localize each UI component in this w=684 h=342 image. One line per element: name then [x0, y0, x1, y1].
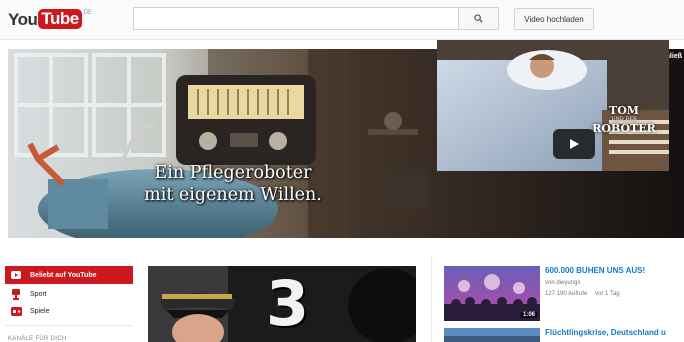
sidebar-item-label: Sport — [30, 290, 47, 298]
logo-text-tube: Tube — [38, 9, 82, 29]
sidebar-item-games[interactable]: Spiele — [5, 302, 133, 320]
play-button[interactable] — [553, 129, 595, 159]
featured-video-thumbnail[interactable]: 3 — [148, 266, 416, 342]
sidebar-item-label: Spiele — [30, 307, 50, 315]
search-input[interactable] — [133, 7, 459, 30]
recommended-video-title[interactable]: 600.000 BUHEN UNS AUS! — [545, 266, 645, 275]
logo-text-you: You — [8, 10, 38, 29]
featured-video-number: 3 — [266, 267, 310, 340]
youtube-logo[interactable]: You Tube DE — [8, 9, 92, 31]
upload-video-button[interactable]: Video hochladen — [514, 8, 594, 30]
promo-video-title-line2: ROBOTER — [592, 122, 656, 135]
banner-headline: Ein Pflegeroboter mit eigenem Willen. — [108, 162, 358, 206]
column-divider — [431, 256, 432, 342]
youtube-play-icon — [10, 269, 22, 281]
promo-video-title: TOM UND DER ROBOTER — [586, 105, 662, 134]
recommended-video-stats: 127.190 Aufrufe vor 1 Tag — [545, 291, 620, 297]
search-icon — [474, 14, 483, 23]
recommended-video-views: 127.190 Aufrufe — [545, 291, 588, 297]
sidebar-item-popular[interactable]: Beliebt auf YouTube — [5, 266, 133, 284]
logo-country-code: DE — [83, 10, 93, 16]
video-duration-badge: 1:06 — [520, 312, 537, 318]
search-button[interactable] — [459, 7, 499, 30]
masthead: You Tube DE Video hochladen — [0, 0, 684, 40]
sidebar-item-label: Beliebt auf YouTube — [30, 271, 97, 279]
recommended-video-image-2 — [444, 328, 540, 342]
sidebar-section-heading: KANÄLE FÜR DICH — [8, 336, 67, 342]
banner-headline-line1: Ein Pflegeroboter — [154, 163, 312, 183]
banner-headline-line2: mit eigenem Willen. — [144, 185, 322, 205]
play-icon — [570, 139, 579, 149]
trophy-icon — [10, 288, 22, 300]
recommended-video-channel[interactable]: von dieyungs — [545, 280, 580, 286]
gamepad-icon — [10, 305, 22, 317]
recommended-video-title-2[interactable]: Flüchtlingskrise, Deutschland u — [545, 328, 666, 337]
recommended-video-age: vor 1 Tag — [595, 291, 620, 297]
sidebar-divider — [5, 325, 133, 326]
sidebar-item-sport[interactable]: Sport — [5, 285, 133, 303]
recommended-video-thumbnail-2[interactable] — [444, 328, 540, 342]
recommended-video-thumbnail[interactable]: 1:06 — [444, 266, 540, 321]
